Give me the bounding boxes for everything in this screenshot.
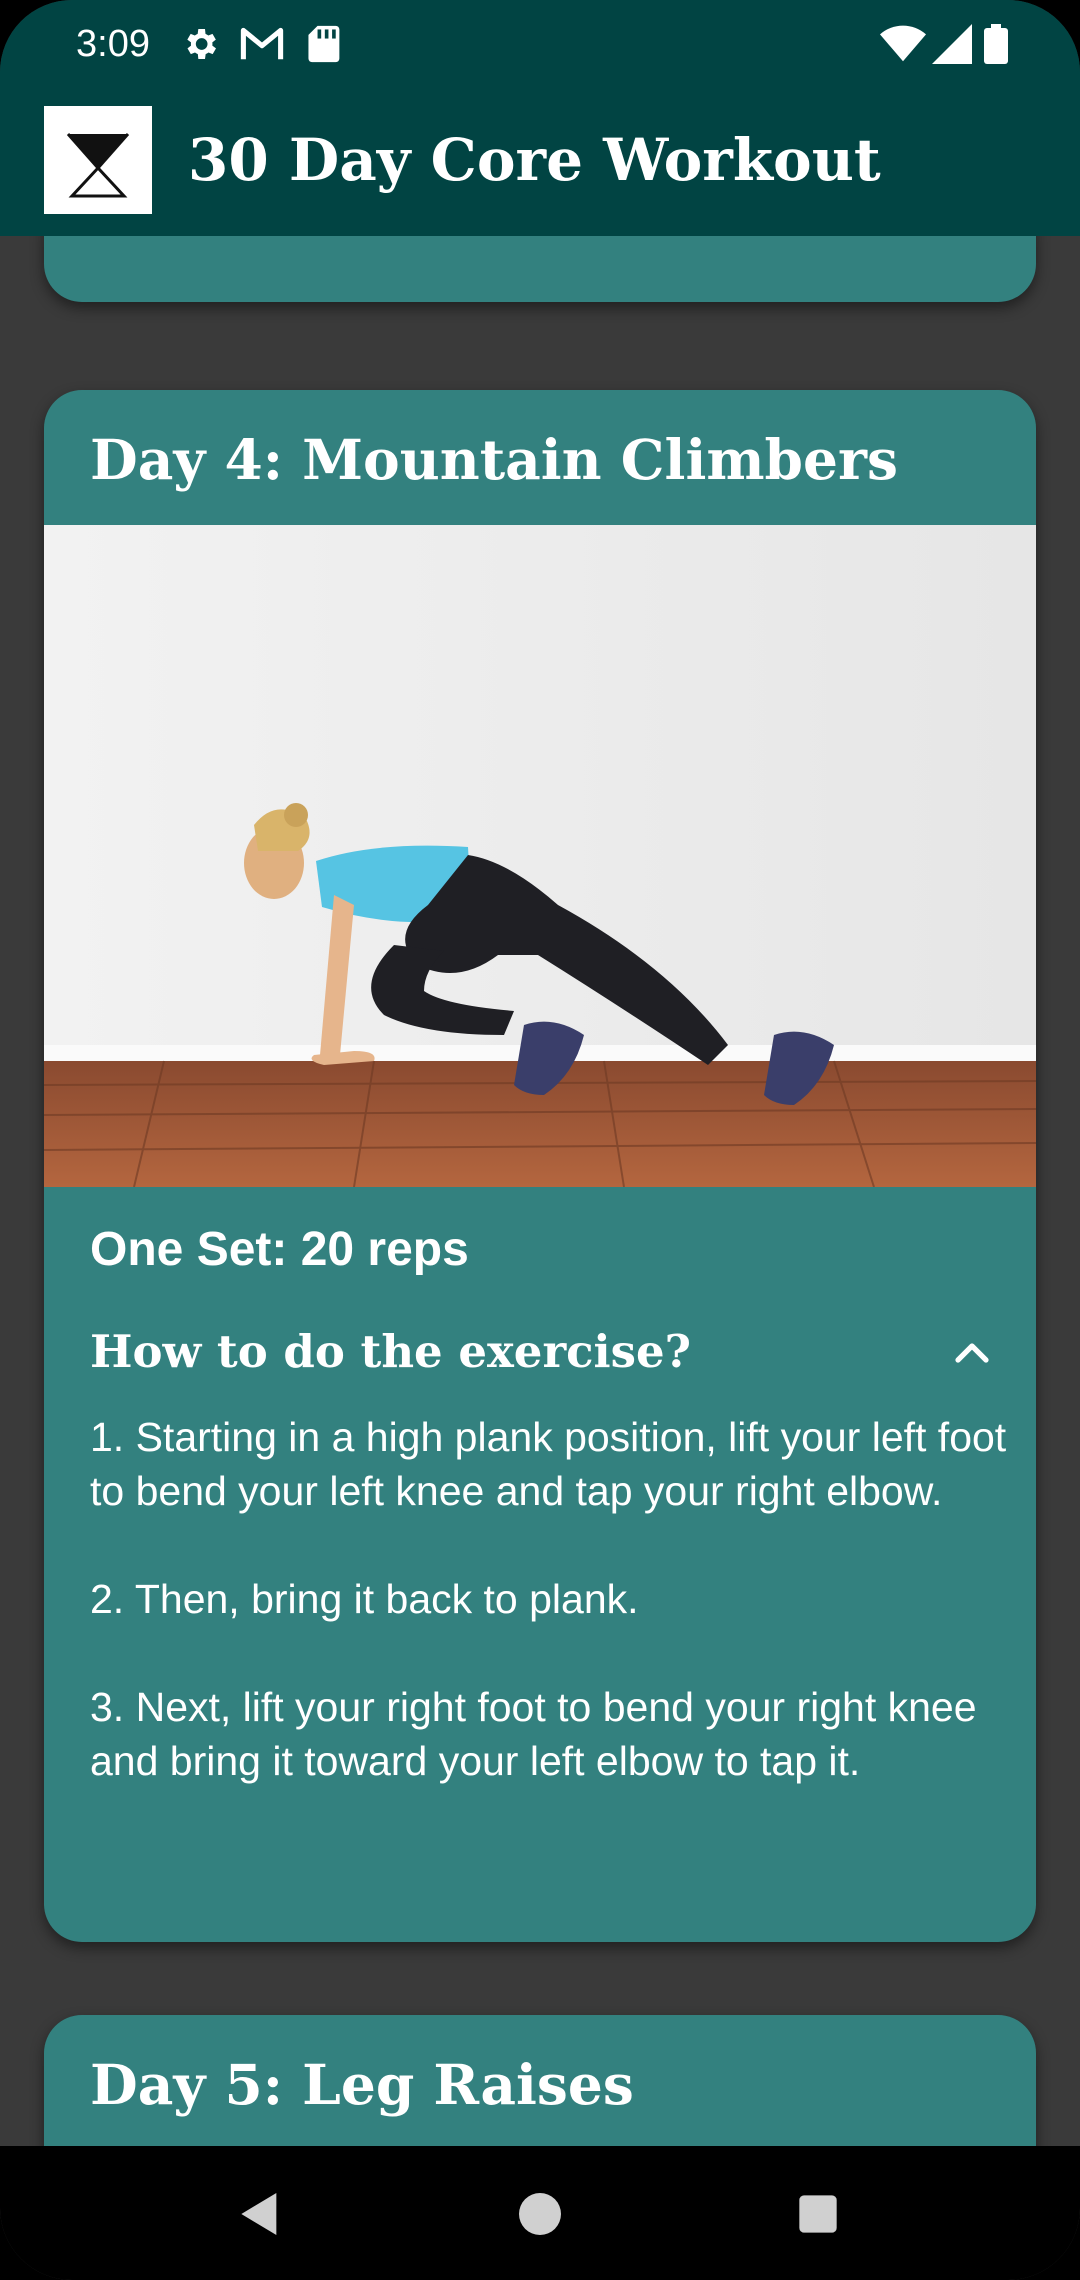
wifi-icon xyxy=(880,25,926,62)
gear-icon xyxy=(187,29,216,59)
step-text: 2. Then, bring it back to plank. xyxy=(90,1576,639,1622)
previous-day-card[interactable] xyxy=(44,236,1036,302)
day-title: Day 5: Leg Raises xyxy=(90,2052,634,2117)
status-bar: 3:09 xyxy=(0,0,1080,88)
phone-screen: 3:09 30 Day Core Workout Day 4: Mountain… xyxy=(0,0,1080,2280)
recents-icon[interactable] xyxy=(790,2186,846,2242)
home-icon[interactable] xyxy=(512,2186,568,2242)
exercise-steps: 1. Starting in a high plank position, li… xyxy=(90,1410,1020,1788)
sets-label: One Set: 20 reps xyxy=(90,1223,469,1276)
chevron-up-icon[interactable] xyxy=(948,1330,996,1378)
step-text: 3. Next, lift your right foot to bend yo… xyxy=(90,1684,977,1784)
navigation-bar xyxy=(0,2146,1080,2280)
day-title: Day 4: Mountain Climbers xyxy=(90,427,898,492)
howto-toggle[interactable]: How to do the exercise? xyxy=(44,1310,1036,1400)
day-card-5[interactable]: Day 5: Leg Raises xyxy=(44,2015,1036,2146)
app-bar: 30 Day Core Workout xyxy=(0,88,1080,236)
day-card-4[interactable]: Day 4: Mountain Climbers One Set: 20 rep… xyxy=(44,390,1036,1942)
gmail-icon xyxy=(240,27,284,60)
howto-label: How to do the exercise? xyxy=(90,1325,691,1378)
woman-doing-mountain-climbers-photo xyxy=(44,525,1036,1187)
sd-card-icon xyxy=(308,25,340,63)
signal-icon xyxy=(932,24,972,64)
app-logo-icon xyxy=(44,106,152,214)
battery-icon xyxy=(984,24,1008,64)
workout-list[interactable]: Day 4: Mountain Climbers One Set: 20 rep… xyxy=(0,236,1080,2146)
app-title: 30 Day Core Workout xyxy=(188,126,881,194)
step-text: 1. Starting in a high plank position, li… xyxy=(90,1414,1007,1514)
status-time: 3:09 xyxy=(76,23,150,65)
back-icon[interactable] xyxy=(232,2186,288,2242)
